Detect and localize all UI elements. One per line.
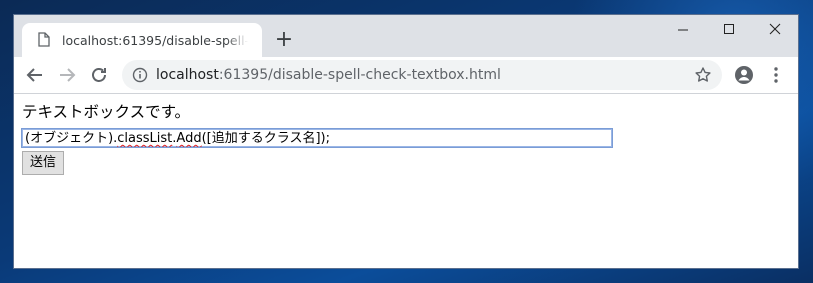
navigation-toolbar: localhost:61395/disable-spell-check-text…	[14, 57, 798, 94]
reload-icon[interactable]	[87, 63, 111, 87]
bookmark-star-icon[interactable]	[694, 66, 712, 84]
account-icon[interactable]	[732, 63, 756, 87]
document-icon	[38, 32, 50, 47]
more-menu-icon[interactable]	[764, 63, 788, 87]
misspelled-word-classlist: classList	[117, 131, 173, 146]
info-icon[interactable]	[132, 67, 148, 83]
misspelled-word-add: Add	[176, 131, 202, 146]
text-input[interactable]: (オブジェクト).classList.Add([追加するクラス名]);	[21, 128, 613, 148]
url-host: localhost	[156, 67, 219, 83]
browser-window: localhost:61395/disable-spell-check-text…	[14, 15, 798, 268]
forward-arrow-icon[interactable]	[55, 63, 79, 87]
input-text-prefix: (オブジェクト).	[25, 131, 118, 146]
url-text[interactable]: localhost:61395/disable-spell-check-text…	[156, 66, 501, 84]
maximize-icon[interactable]	[706, 15, 752, 45]
textbox-label: テキストボックスです。	[22, 103, 191, 121]
input-text-suffix: ([追加するクラス名]);	[201, 131, 331, 146]
submit-button[interactable]: 送信	[22, 151, 64, 175]
browser-tab[interactable]: localhost:61395/disable-spell-check-text…	[22, 23, 262, 57]
new-tab-button[interactable]: +	[272, 29, 296, 53]
address-bar[interactable]: localhost:61395/disable-spell-check-text…	[122, 60, 722, 90]
minimize-icon[interactable]	[660, 15, 706, 45]
tab-title: localhost:61395/disable-spell-check-text…	[62, 33, 248, 48]
back-arrow-icon[interactable]	[23, 63, 47, 87]
close-window-icon[interactable]	[752, 15, 798, 45]
page-content: テキストボックスです。 (オブジェクト).classList.Add([追加する…	[14, 94, 798, 268]
url-path: :61395/disable-spell-check-textbox.html	[218, 67, 501, 83]
title-bar: localhost:61395/disable-spell-check-text…	[14, 15, 798, 57]
